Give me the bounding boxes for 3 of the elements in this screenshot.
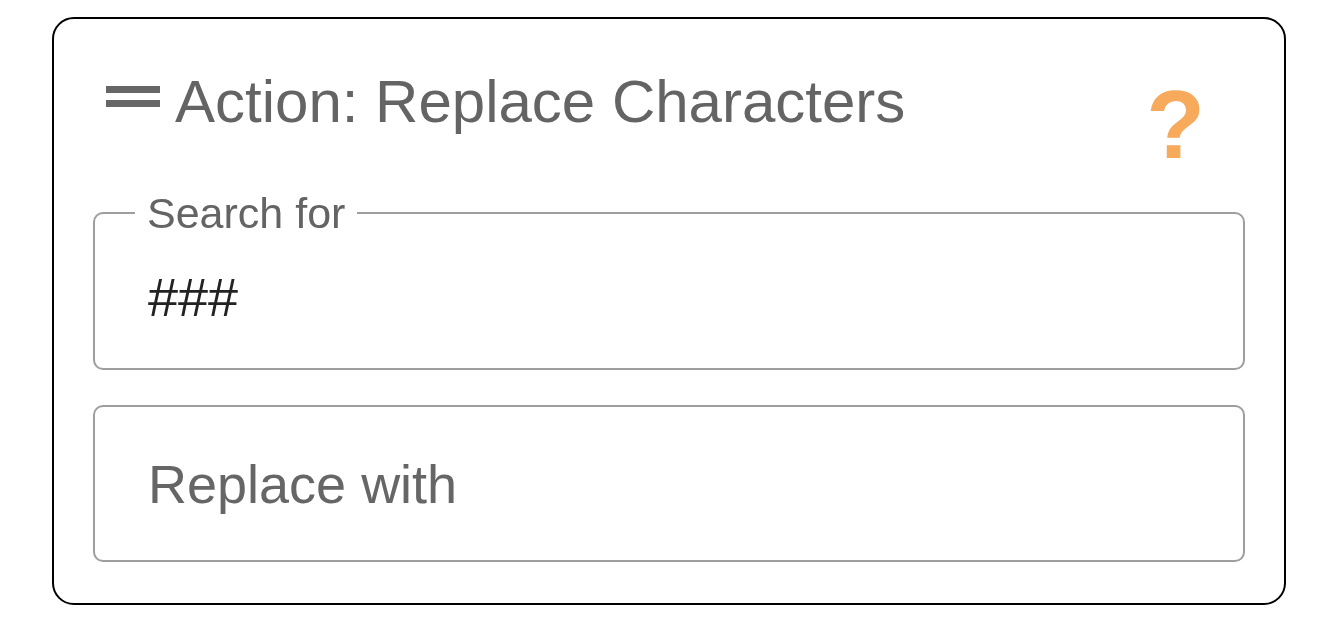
card-title: Action: Replace Characters: [175, 68, 906, 136]
text-input[interactable]: ###: [135, 234, 1203, 360]
drag-handle-icon[interactable]: [106, 86, 160, 108]
